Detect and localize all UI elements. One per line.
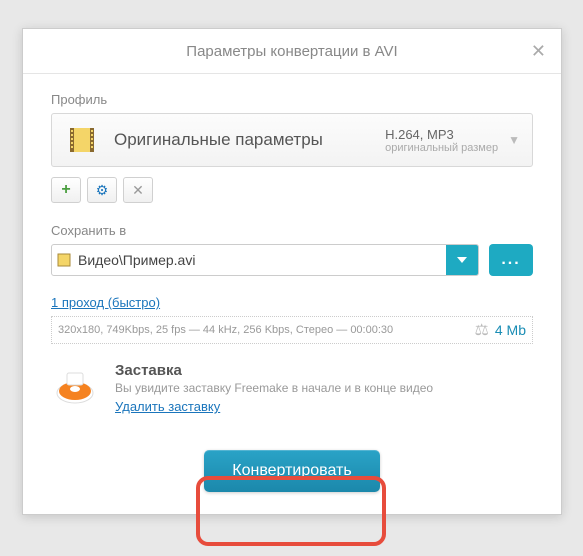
splash-icon (51, 365, 99, 413)
x-icon: ✕ (132, 182, 144, 199)
convert-button[interactable]: Конвертировать (204, 450, 379, 492)
profile-name: Оригинальные параметры (114, 130, 385, 150)
estimated-size: ⚖ 4 Mb (475, 320, 526, 340)
browse-button[interactable]: ... (489, 244, 533, 276)
path-dropdown-button[interactable] (446, 244, 478, 276)
close-icon[interactable]: ✕ (531, 41, 546, 62)
save-path-text: Видео\Пример.avi (76, 252, 446, 268)
pass-mode-link[interactable]: 1 проход (быстро) (51, 295, 160, 310)
add-profile-button[interactable]: + (51, 177, 81, 203)
weight-icon: ⚖ (475, 320, 489, 340)
splash-desc: Вы увидите заставку Freemake в начале и … (115, 381, 433, 395)
profile-label: Профиль (51, 92, 533, 107)
ellipsis-icon: ... (501, 251, 520, 269)
film-icon (64, 122, 100, 158)
gear-icon: ⚙ (96, 182, 109, 199)
splash-section: Заставка Вы увидите заставку Freemake в … (51, 362, 533, 416)
save-to-label: Сохранить в (51, 223, 533, 238)
delete-profile-button[interactable]: ✕ (123, 177, 153, 203)
tech-info: 320x180, 749Kbps, 25 fps — 44 kHz, 256 K… (58, 324, 393, 336)
settings-button[interactable]: ⚙ (87, 177, 117, 203)
save-path-input[interactable]: Видео\Пример.avi (51, 244, 479, 276)
remove-splash-link[interactable]: Удалить заставку (115, 399, 220, 414)
dialog-title: Параметры конвертации в AVI (186, 43, 397, 60)
video-file-icon (52, 252, 76, 268)
profile-codec: H.264, MP3 (385, 127, 498, 142)
chevron-down-icon: ▼ (508, 133, 520, 147)
dialog-header: Параметры конвертации в AVI ✕ (23, 29, 561, 74)
profile-selector[interactable]: Оригинальные параметры H.264, MP3 оригин… (51, 113, 533, 167)
conversion-dialog: Параметры конвертации в AVI ✕ Профиль Ор… (22, 28, 562, 515)
profile-size-label: оригинальный размер (385, 142, 498, 154)
splash-title: Заставка (115, 362, 433, 379)
size-value: 4 Mb (495, 322, 526, 338)
profile-meta: H.264, MP3 оригинальный размер (385, 127, 498, 154)
plus-icon: + (61, 181, 70, 199)
